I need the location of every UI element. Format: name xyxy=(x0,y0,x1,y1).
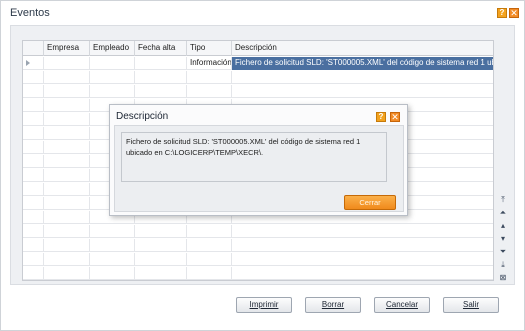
print-button[interactable]: Imprimir xyxy=(236,297,292,313)
table-cell[interactable] xyxy=(90,253,135,266)
table-cell[interactable] xyxy=(23,141,44,154)
column-header-tipo[interactable]: Tipo xyxy=(187,41,232,56)
table-cell[interactable] xyxy=(23,155,44,168)
window-title: Eventos xyxy=(10,7,50,19)
table-cell[interactable] xyxy=(23,71,44,84)
table-cell[interactable] xyxy=(187,239,232,252)
nav-last-icon[interactable]: ⤓ xyxy=(496,259,510,271)
table-cell[interactable] xyxy=(187,225,232,238)
table-row[interactable] xyxy=(23,71,493,84)
table-cell[interactable] xyxy=(44,239,90,252)
table-cell[interactable] xyxy=(44,225,90,238)
table-cell[interactable] xyxy=(44,71,90,84)
table-cell[interactable] xyxy=(44,99,90,112)
cell-tipo[interactable]: Información xyxy=(187,57,232,70)
row-selector-header xyxy=(23,41,44,56)
column-header-descripcion[interactable]: Descripción xyxy=(232,41,493,56)
column-header-empleado[interactable]: Empleado xyxy=(90,41,135,56)
row-pointer-icon xyxy=(26,60,30,66)
table-row[interactable] xyxy=(23,85,493,98)
table-cell[interactable] xyxy=(44,127,90,140)
delete-button[interactable]: Borrar xyxy=(305,297,361,313)
table-cell[interactable] xyxy=(232,267,493,280)
table-cell[interactable] xyxy=(44,85,90,98)
table-cell[interactable] xyxy=(135,85,187,98)
cell-descripcion[interactable]: Fichero de solicitud SLD: 'ST000005.XML'… xyxy=(232,57,493,70)
table-row[interactable] xyxy=(23,225,493,238)
description-line-2: ubicado en C:\LOGICERP\TEMP\XECR\. xyxy=(126,148,264,157)
table-cell[interactable] xyxy=(44,113,90,126)
table-cell[interactable] xyxy=(23,211,44,224)
column-header-empresa[interactable]: Empresa xyxy=(44,41,90,56)
column-header-fecha-alta[interactable]: Fecha alta xyxy=(135,41,187,56)
table-cell[interactable] xyxy=(90,225,135,238)
table-row[interactable]: Información Fichero de solicitud SLD: 'S… xyxy=(23,57,493,70)
table-cell[interactable] xyxy=(90,239,135,252)
dialog-close-button[interactable]: Cerrar xyxy=(344,195,396,210)
table-cell[interactable] xyxy=(135,253,187,266)
table-cell[interactable] xyxy=(232,225,493,238)
description-line-1: Fichero de solicitud SLD: 'ST000005.XML'… xyxy=(126,137,361,146)
table-cell[interactable] xyxy=(187,253,232,266)
nav-up-icon[interactable]: ▴ xyxy=(496,220,510,232)
dialog-close-icon[interactable]: ✕ xyxy=(390,112,400,122)
grid-header: Empresa Empleado Fecha alta Tipo Descrip… xyxy=(23,41,493,56)
table-cell[interactable] xyxy=(23,183,44,196)
table-cell[interactable] xyxy=(187,85,232,98)
table-cell[interactable] xyxy=(44,169,90,182)
table-cell[interactable] xyxy=(23,267,44,280)
cell-empleado[interactable] xyxy=(90,57,135,70)
table-cell[interactable] xyxy=(44,183,90,196)
description-dialog: Descripción ? ✕ Fichero de solicitud SLD… xyxy=(109,104,408,216)
nav-first-icon[interactable]: ⤒ xyxy=(496,194,510,206)
table-cell[interactable] xyxy=(232,239,493,252)
exit-button[interactable]: Salir xyxy=(443,297,499,313)
table-cell[interactable] xyxy=(44,253,90,266)
row-selector[interactable] xyxy=(23,57,44,70)
table-cell[interactable] xyxy=(90,71,135,84)
dialog-title: Descripción xyxy=(116,111,169,122)
table-row[interactable] xyxy=(23,239,493,252)
table-cell[interactable] xyxy=(135,239,187,252)
nav-page-up-icon[interactable]: ⏶ xyxy=(496,207,510,219)
nav-export-icon[interactable]: ⊠ xyxy=(496,272,510,284)
cancel-button[interactable]: Cancelar xyxy=(374,297,430,313)
cell-fecha-alta[interactable] xyxy=(135,57,187,70)
table-cell[interactable] xyxy=(44,267,90,280)
dialog-help-icon[interactable]: ? xyxy=(376,112,386,122)
table-row[interactable] xyxy=(23,253,493,266)
table-cell[interactable] xyxy=(23,225,44,238)
table-cell[interactable] xyxy=(23,197,44,210)
table-cell[interactable] xyxy=(23,253,44,266)
table-cell[interactable] xyxy=(23,127,44,140)
table-cell[interactable] xyxy=(44,141,90,154)
dialog-body: Fichero de solicitud SLD: 'ST000005.XML'… xyxy=(114,125,404,212)
table-cell[interactable] xyxy=(23,113,44,126)
table-cell[interactable] xyxy=(135,71,187,84)
table-cell[interactable] xyxy=(90,267,135,280)
table-cell[interactable] xyxy=(232,253,493,266)
table-cell[interactable] xyxy=(44,211,90,224)
table-cell[interactable] xyxy=(23,99,44,112)
table-row[interactable] xyxy=(23,267,493,280)
nav-down-icon[interactable]: ▾ xyxy=(496,233,510,245)
table-cell[interactable] xyxy=(44,155,90,168)
table-cell[interactable] xyxy=(44,197,90,210)
table-cell[interactable] xyxy=(135,267,187,280)
table-cell[interactable] xyxy=(187,71,232,84)
help-icon[interactable]: ? xyxy=(497,8,507,18)
table-cell[interactable] xyxy=(232,85,493,98)
table-cell[interactable] xyxy=(232,71,493,84)
close-icon[interactable]: ✕ xyxy=(509,8,519,18)
table-cell[interactable] xyxy=(23,169,44,182)
description-textarea[interactable]: Fichero de solicitud SLD: 'ST000005.XML'… xyxy=(121,132,387,182)
cell-empresa[interactable] xyxy=(44,57,90,70)
table-cell[interactable] xyxy=(23,85,44,98)
table-cell[interactable] xyxy=(187,267,232,280)
table-cell[interactable] xyxy=(90,85,135,98)
table-cell[interactable] xyxy=(23,239,44,252)
nav-page-down-icon[interactable]: ⏷ xyxy=(496,246,510,258)
table-cell[interactable] xyxy=(135,225,187,238)
